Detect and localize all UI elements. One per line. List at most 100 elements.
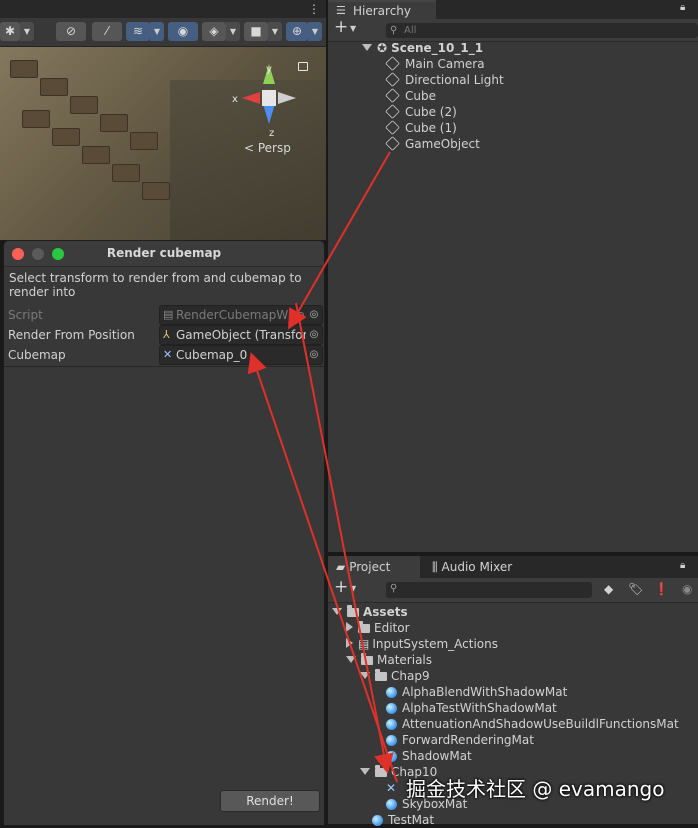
- tree-item-input-actions[interactable]: ▤ InputSystem_Actions: [346, 636, 498, 652]
- scene-tab-strip: ⋮: [0, 0, 326, 18]
- list-icon: ☰: [336, 4, 346, 17]
- chevron-down-icon[interactable]: ▼: [226, 22, 240, 41]
- lock-icon[interactable]: 🔒︎: [680, 560, 685, 571]
- transform-icon: ⅄: [163, 328, 170, 341]
- expand-icon[interactable]: [346, 638, 353, 648]
- item-label: TestMat: [388, 813, 435, 827]
- lighting-off-icon[interactable]: ⊘: [56, 22, 86, 41]
- item-label: AttenuationAndShadowUseBuildlFunctionsMa…: [402, 717, 679, 731]
- visibility-icon[interactable]: ◉: [682, 582, 692, 596]
- tree-item-editor[interactable]: Editor: [346, 620, 410, 636]
- watermark: 掘金技术社区 @ evamango: [406, 777, 665, 801]
- filter-by-type-icon[interactable]: ◆: [604, 582, 613, 596]
- chevron-down-icon[interactable]: ▼: [308, 22, 322, 41]
- folder-icon: [358, 621, 370, 633]
- window-title: Render cubemap: [106, 246, 222, 260]
- filter-by-label-icon[interactable]: 🏷︎: [628, 582, 643, 596]
- chevron-down-icon[interactable]: ▼: [350, 584, 356, 593]
- tab-project[interactable]: ▰ Project: [328, 556, 420, 578]
- tab-label: Project: [349, 560, 391, 574]
- lock-icon[interactable]: [298, 62, 308, 71]
- expand-icon[interactable]: [360, 768, 370, 775]
- object-picker-icon: ◎: [306, 306, 322, 324]
- material-item[interactable]: ForwardRenderingMat: [386, 732, 534, 748]
- render-button[interactable]: Render!: [220, 790, 320, 812]
- script-icon: ▤: [163, 308, 174, 321]
- hierarchy-item-main-camera[interactable]: Main Camera: [385, 56, 485, 72]
- hierarchy-item-directional-light[interactable]: Directional Light: [385, 72, 504, 88]
- chevron-down-icon[interactable]: ▼: [268, 22, 282, 41]
- scene-brick: [142, 182, 170, 200]
- material-item[interactable]: AlphaBlendWithShadowMat: [386, 684, 567, 700]
- tab-audio-mixer[interactable]: ⫼ Audio Mixer: [428, 556, 538, 578]
- expand-icon[interactable]: [346, 622, 353, 632]
- gizmo-x-label: x: [232, 94, 238, 105]
- material-item[interactable]: AttenuationAndShadowUseBuildlFunctionsMa…: [386, 716, 679, 732]
- tab-label: Hierarchy: [353, 4, 412, 18]
- scene-row[interactable]: ✪ Scene_10_1_1: [362, 40, 483, 56]
- projection-toggle[interactable]: < Persp: [244, 141, 291, 155]
- gizmo-y-label: y: [266, 64, 272, 75]
- audio-off-icon[interactable]: ⁄: [92, 22, 122, 41]
- object-picker-icon[interactable]: ◎: [306, 346, 322, 364]
- kebab-menu-icon[interactable]: ⋮: [308, 2, 320, 16]
- layers-icon[interactable]: ◈: [202, 22, 226, 41]
- script-field: ▤ RenderCubemapWizard ◎: [159, 305, 323, 325]
- item-label: Materials: [377, 653, 433, 667]
- hierarchy-search-input[interactable]: ⚲ All: [386, 23, 698, 38]
- hierarchy-item-cube[interactable]: Cube: [385, 88, 436, 104]
- material-item[interactable]: AlphaTestWithShadowMat: [386, 700, 557, 716]
- tree-item-chap9[interactable]: Chap9: [360, 668, 430, 684]
- gizmo-layers-icon[interactable]: ≋: [126, 22, 150, 41]
- hierarchy-item-cube-2[interactable]: Cube (2): [385, 104, 457, 120]
- material-item[interactable]: ShadowMat: [386, 748, 472, 764]
- chevron-down-icon[interactable]: ▼: [150, 22, 164, 41]
- scene-brick: [130, 132, 158, 150]
- item-label: Chap9: [391, 669, 430, 683]
- window-titlebar[interactable]: Render cubemap: [4, 241, 324, 267]
- search-icon: ⚲: [390, 25, 398, 36]
- material-icon: [386, 703, 397, 714]
- tree-item-assets[interactable]: Assets: [332, 604, 408, 620]
- add-button[interactable]: +: [334, 17, 348, 37]
- hierarchy-item-gameobject[interactable]: GameObject: [385, 136, 480, 152]
- material-icon: [386, 799, 397, 810]
- search-icon: ⚲: [390, 583, 398, 594]
- lock-icon[interactable]: 🔒︎: [680, 2, 685, 13]
- hierarchy-item-cube-1[interactable]: Cube (1): [385, 120, 457, 136]
- material-icon: [386, 719, 397, 730]
- console-warning-icon[interactable]: ❗: [654, 582, 669, 596]
- render-from-position-field[interactable]: ⅄ GameObject (Transform) ◎: [159, 325, 323, 345]
- folder-icon: [361, 653, 373, 665]
- input-actions-icon: ▤: [358, 637, 370, 651]
- expand-icon[interactable]: [346, 656, 356, 663]
- bug-icon[interactable]: ✱: [0, 22, 20, 41]
- folder-icon: [347, 605, 359, 617]
- expand-icon[interactable]: [332, 608, 342, 615]
- expand-icon[interactable]: [362, 44, 372, 51]
- expand-icon[interactable]: [360, 672, 370, 679]
- item-label: ForwardRenderingMat: [402, 733, 534, 747]
- gizmos-icon[interactable]: ⊕: [286, 22, 308, 41]
- cubemap-field[interactable]: ✕ Cubemap_0 ◎: [159, 345, 323, 365]
- project-search-input[interactable]: ⚲: [386, 582, 592, 598]
- project-tab-strip: ▰ Project ⫼ Audio Mixer 🔒︎: [328, 556, 698, 578]
- material-icon: [386, 735, 397, 746]
- object-picker-icon[interactable]: ◎: [306, 326, 322, 344]
- gameobject-icon: [385, 72, 400, 87]
- mixer-icon: ⫼: [432, 560, 438, 574]
- camera-icon[interactable]: ■: [244, 22, 268, 41]
- chevron-down-icon[interactable]: ▼: [350, 24, 356, 33]
- add-button[interactable]: +: [334, 577, 348, 597]
- visibility-icon[interactable]: ◉: [168, 22, 198, 41]
- material-item[interactable]: TestMat: [372, 812, 434, 828]
- gizmo-z-label: z: [269, 128, 274, 138]
- render-from-position-label: Render From Position: [8, 328, 135, 342]
- item-label: GameObject: [405, 137, 480, 151]
- chevron-down-icon[interactable]: ▼: [20, 22, 34, 41]
- scene-name: Scene_10_1_1: [391, 41, 484, 55]
- render-cubemap-window: Render cubemap Select transform to rende…: [3, 240, 325, 826]
- gameobject-icon: [385, 88, 400, 103]
- tree-item-materials[interactable]: Materials: [346, 652, 432, 668]
- cubemap-asset-item[interactable]: ✕: [386, 780, 401, 796]
